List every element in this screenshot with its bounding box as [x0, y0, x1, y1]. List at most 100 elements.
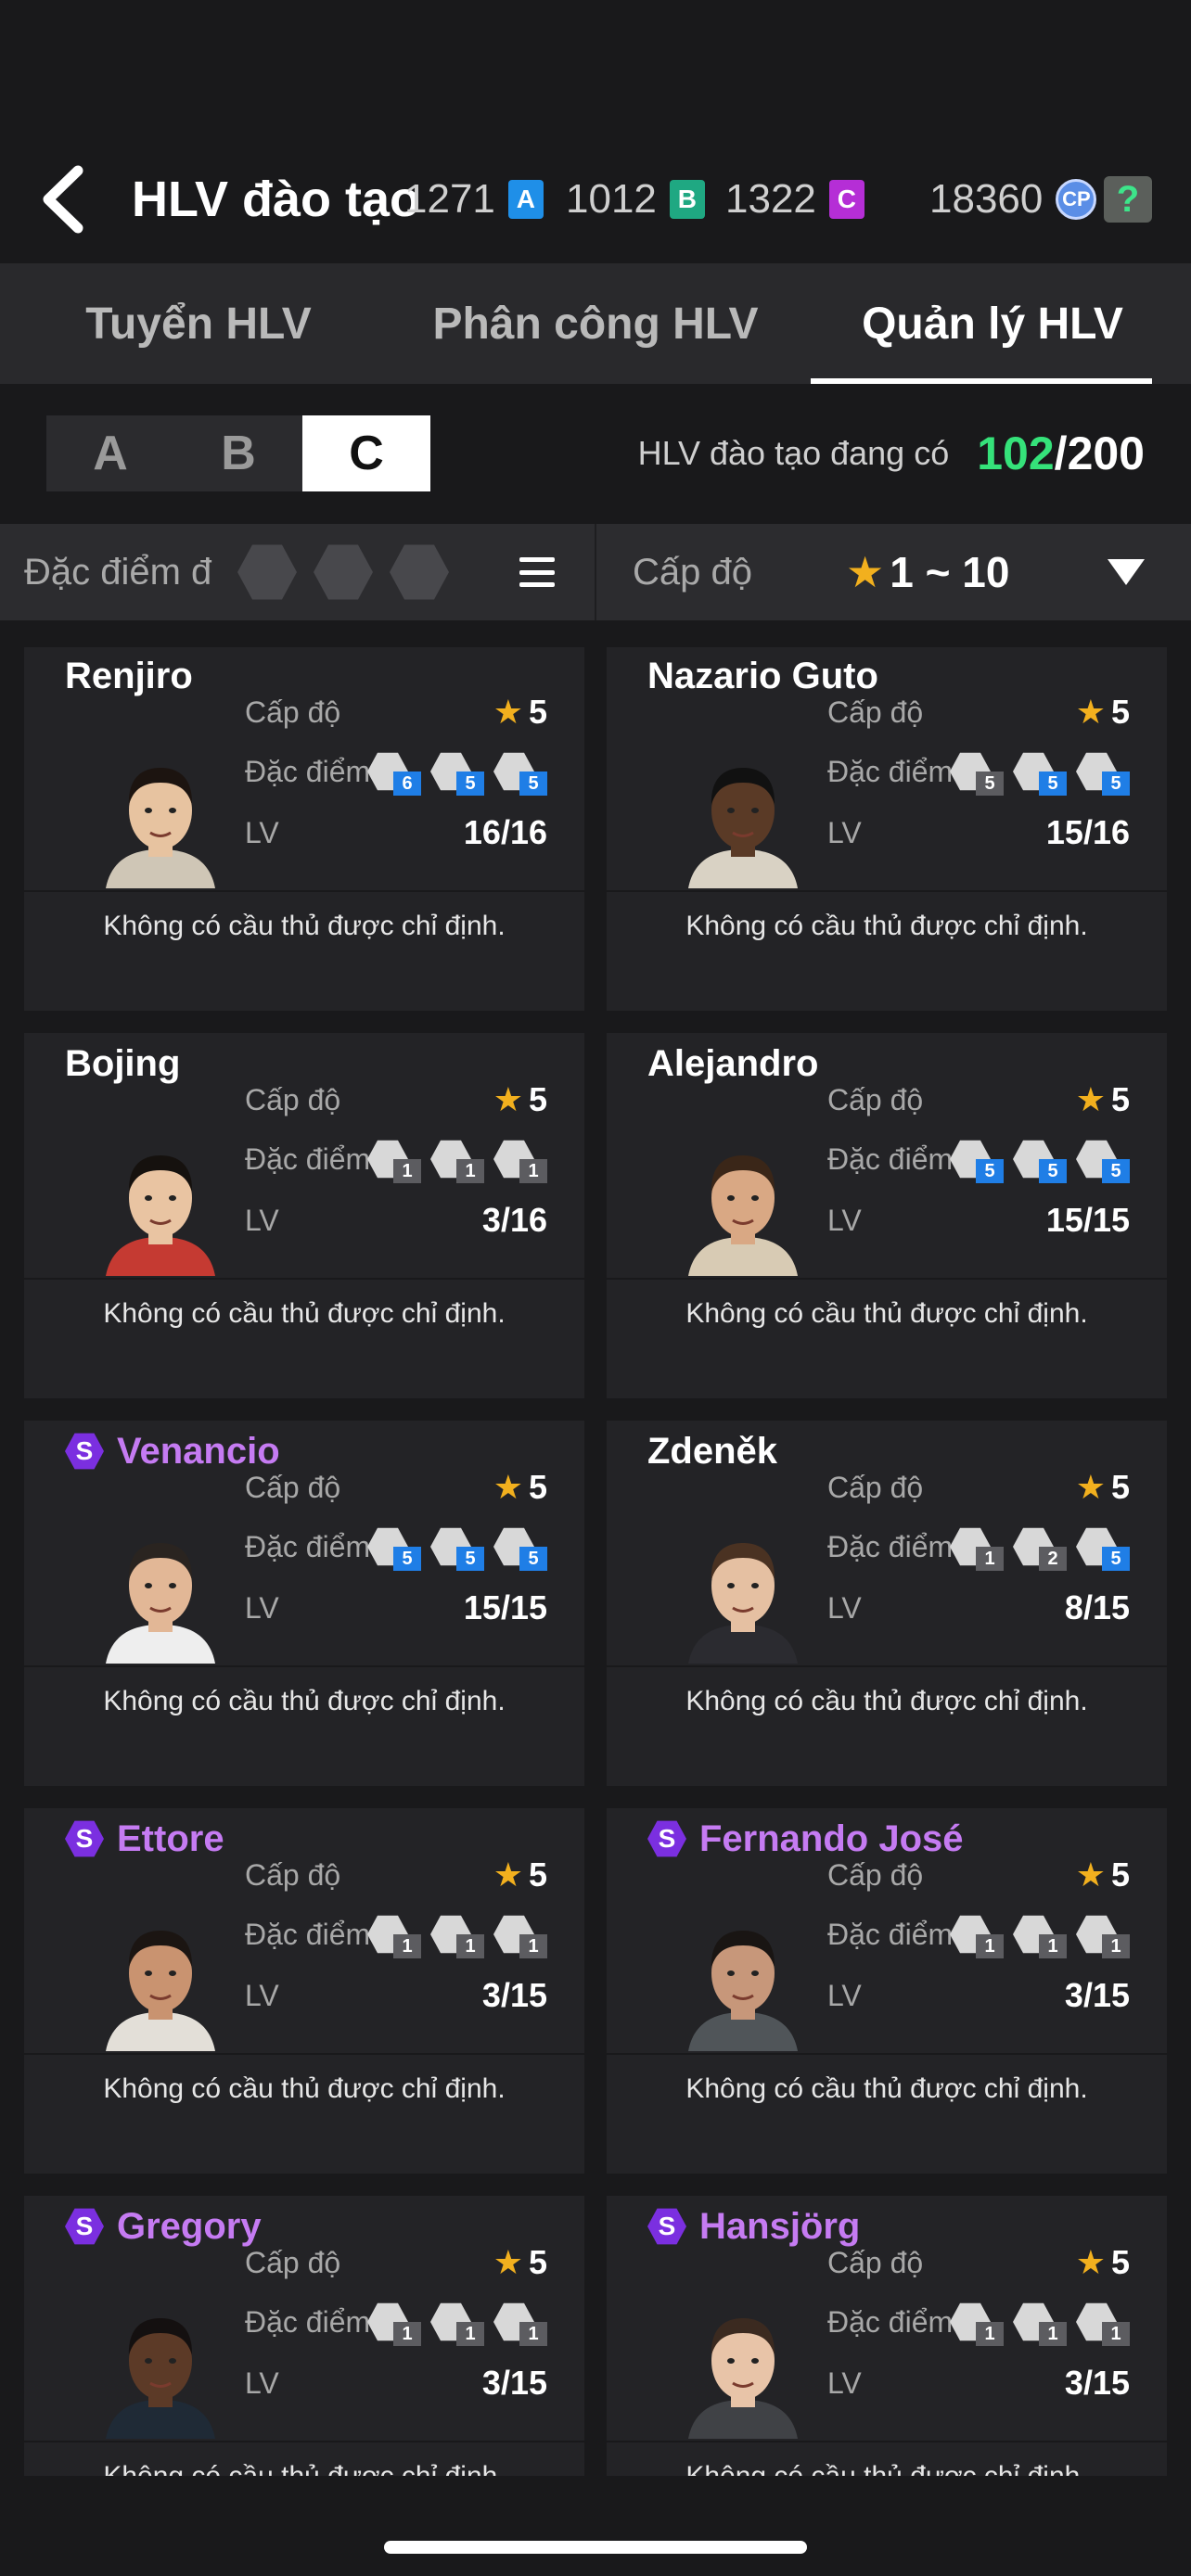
coach-card[interactable]: S GregoryCấp độ ★5 Đặc điểm 1 1 1 LV 3/15 Không c… — [24, 2196, 584, 2476]
trait-icon: 1 — [367, 2302, 421, 2346]
trait-row: Đặc điểm 5 5 5 — [245, 1526, 547, 1571]
level-label: Cấp độ — [245, 1858, 341, 1892]
menu-icon[interactable] — [519, 557, 555, 587]
trait-label: Đặc điểm — [245, 2305, 371, 2339]
lv-value: 15/15 — [1045, 1201, 1130, 1239]
level-row: Cấp độ ★ 5 — [827, 1079, 1130, 1120]
trait-icon: 5 — [493, 751, 547, 796]
trait-level: 5 — [1102, 1547, 1130, 1571]
trait-level: 5 — [519, 1547, 547, 1571]
trait-slot-icon[interactable] — [314, 544, 373, 600]
card-divider — [24, 890, 584, 892]
trait-level: 2 — [1039, 1547, 1067, 1571]
trait-level: 5 — [1039, 772, 1067, 796]
coach-card[interactable]: Renjiro Cấp độ ★ 5 Đặc điểm 6 5 5 LV 16/16 Không c… — [24, 647, 584, 1011]
level-row: Cấp độ ★ 5 — [827, 1855, 1130, 1895]
trait-icon: 1 — [367, 1139, 421, 1183]
tab-manage-coach[interactable]: Quản lý HLV — [794, 263, 1191, 384]
coach-list[interactable]: Renjiro Cấp độ ★ 5 Đặc điểm 6 5 5 LV 16/16 Không c… — [0, 647, 1191, 2476]
coach-card[interactable]: Bojing Cấp độ ★ 5 Đặc điểm 1 1 1 LV 3/16 Không có … — [24, 1033, 584, 1398]
coach-count-label: HLV đào tạo đang có — [637, 434, 950, 472]
help-button[interactable]: ? — [1104, 176, 1152, 223]
trait-row: Đặc điểm 5 5 5 — [827, 1139, 1130, 1183]
trait-icon: 1 — [493, 1914, 547, 1958]
coach-card[interactable]: Alejandro Cấp độ ★ 5 Đặc điểm 5 5 5 LV 15/15 Không… — [607, 1033, 1167, 1398]
coach-card[interactable]: SHansjörgCấp độ★5Đặc điểm111LV3/15Không … — [607, 2196, 1167, 2476]
grade-c-button[interactable]: C — [302, 415, 430, 491]
lv-row: LV 3/15 — [827, 2363, 1130, 2404]
trait-row: Đặc điểm 1 1 1 — [245, 1914, 547, 1958]
coach-card[interactable]: Zdeněk Cấp độ ★ 5 Đặc điểm 1 2 5 LV 8/15 Không có … — [607, 1421, 1167, 1786]
trait-level: 5 — [1039, 1159, 1067, 1183]
trait-level: 1 — [1039, 1934, 1067, 1958]
top-bar: HLV đào tạo 1271 A 1012 B 1322 C 18360 C… — [0, 139, 1191, 260]
level-range-dropdown[interactable]: ★ 1 ~ 10 — [846, 524, 1009, 620]
trait-filter-label[interactable]: Đặc điểm đ — [24, 524, 211, 620]
trait-list: 1 1 1 — [358, 1139, 547, 1183]
lv-label: LV — [827, 1979, 862, 2012]
special-s-badge-icon: S — [65, 1820, 104, 1857]
trait-list: 1 1 1 — [358, 1914, 547, 1958]
coach-avatar — [685, 2300, 801, 2439]
lv-value: 3/15 — [1064, 2364, 1130, 2402]
trait-level: 1 — [393, 1159, 421, 1183]
grade-a-button[interactable]: A — [46, 415, 174, 491]
coach-card[interactable]: Nazario Guto Cấp độ ★ 5 Đặc điểm 5 5 5 LV 15/16 Kh… — [607, 647, 1167, 1011]
level-value: ★ 5 — [493, 693, 547, 731]
trait-icon: 1 — [367, 1914, 421, 1958]
currency-b: 1012 B — [566, 176, 705, 223]
lv-label: LV — [245, 2366, 279, 2400]
card-divider — [607, 2441, 1167, 2442]
currency-a: 1271 A — [404, 176, 544, 223]
trait-icon: 1 — [1076, 2302, 1130, 2346]
trait-row: Đặc điểm 1 1 1 — [245, 1139, 547, 1183]
trait-icon: 5 — [950, 751, 1004, 796]
trait-icon: 2 — [1013, 1526, 1067, 1571]
trait-label: Đặc điểm — [245, 1530, 371, 1563]
ticket-b-icon: B — [669, 180, 705, 219]
level-label: Cấp độ — [245, 1471, 341, 1504]
coach-name-text: Gregory — [117, 2206, 262, 2247]
dropdown-arrow-icon[interactable] — [1108, 559, 1145, 585]
trait-icon: 1 — [493, 2302, 547, 2346]
trait-icon: 1 — [493, 1139, 547, 1183]
level-value: ★ 5 — [1075, 693, 1130, 731]
lv-row: LV 3/15 — [827, 1975, 1130, 2016]
assigned-player-note: Không có cầu thủ được chỉ định. — [24, 2454, 584, 2476]
coach-count-max: /200 — [1054, 427, 1145, 479]
trait-level: 5 — [456, 1547, 484, 1571]
card-divider — [607, 1665, 1167, 1667]
trait-label: Đặc điểm — [827, 2305, 954, 2339]
trait-row: Đặc điểm 1 1 1 — [245, 2302, 547, 2346]
level-value: ★ 5 — [493, 1468, 547, 1506]
currency-a-value: 1271 — [404, 176, 495, 222]
trait-slot-icon[interactable] — [390, 544, 449, 600]
coach-card[interactable]: S Fernando José Cấp độ ★ 5 Đặc điểm 1 1 1 LV 3/15 K… — [607, 1808, 1167, 2174]
trait-icon: 6 — [367, 751, 421, 796]
back-button[interactable] — [37, 165, 93, 234]
trait-level: 5 — [393, 1547, 421, 1571]
trait-label: Đặc điểm — [245, 755, 371, 788]
tab-assign-coach[interactable]: Phân công HLV — [397, 263, 794, 384]
coach-card[interactable]: S Ettore Cấp độ ★ 5 Đặc điểm 1 1 1 LV 3/15 Không có… — [24, 1808, 584, 2174]
level-range-value: 1 ~ 10 — [890, 548, 1010, 596]
lv-value: 16/16 — [463, 813, 547, 851]
coach-card[interactable]: S Venancio Cấp độ ★ 5 Đặc điểm 5 5 5 LV 15/15 Không… — [24, 1421, 584, 1786]
trait-icon: 1 — [1076, 1914, 1130, 1958]
trait-level: 1 — [1102, 1934, 1130, 1958]
trait-icon: 5 — [1013, 751, 1067, 796]
level-row: Cấp độ ★ 5 — [245, 1079, 547, 1120]
coach-count: HLV đào tạo đang có 102 /200 — [638, 415, 1145, 491]
trait-slot-icon[interactable] — [237, 544, 297, 600]
tab-recruit-coach[interactable]: Tuyển HLV — [0, 263, 397, 384]
level-value: ★ 5 — [1075, 1855, 1130, 1894]
card-divider — [607, 1278, 1167, 1280]
level-row: Cấp độ ★ 5 — [245, 2242, 547, 2283]
grade-b-button[interactable]: B — [174, 415, 302, 491]
trait-level: 1 — [976, 1934, 1004, 1958]
lv-row: LV 3/15 — [245, 2363, 547, 2404]
coach-name-text: Alejandro — [647, 1043, 819, 1084]
level-row: Cấp độ ★ 5 — [827, 692, 1130, 733]
card-divider — [24, 1665, 584, 1667]
star-icon: ★ — [1075, 1855, 1106, 1894]
